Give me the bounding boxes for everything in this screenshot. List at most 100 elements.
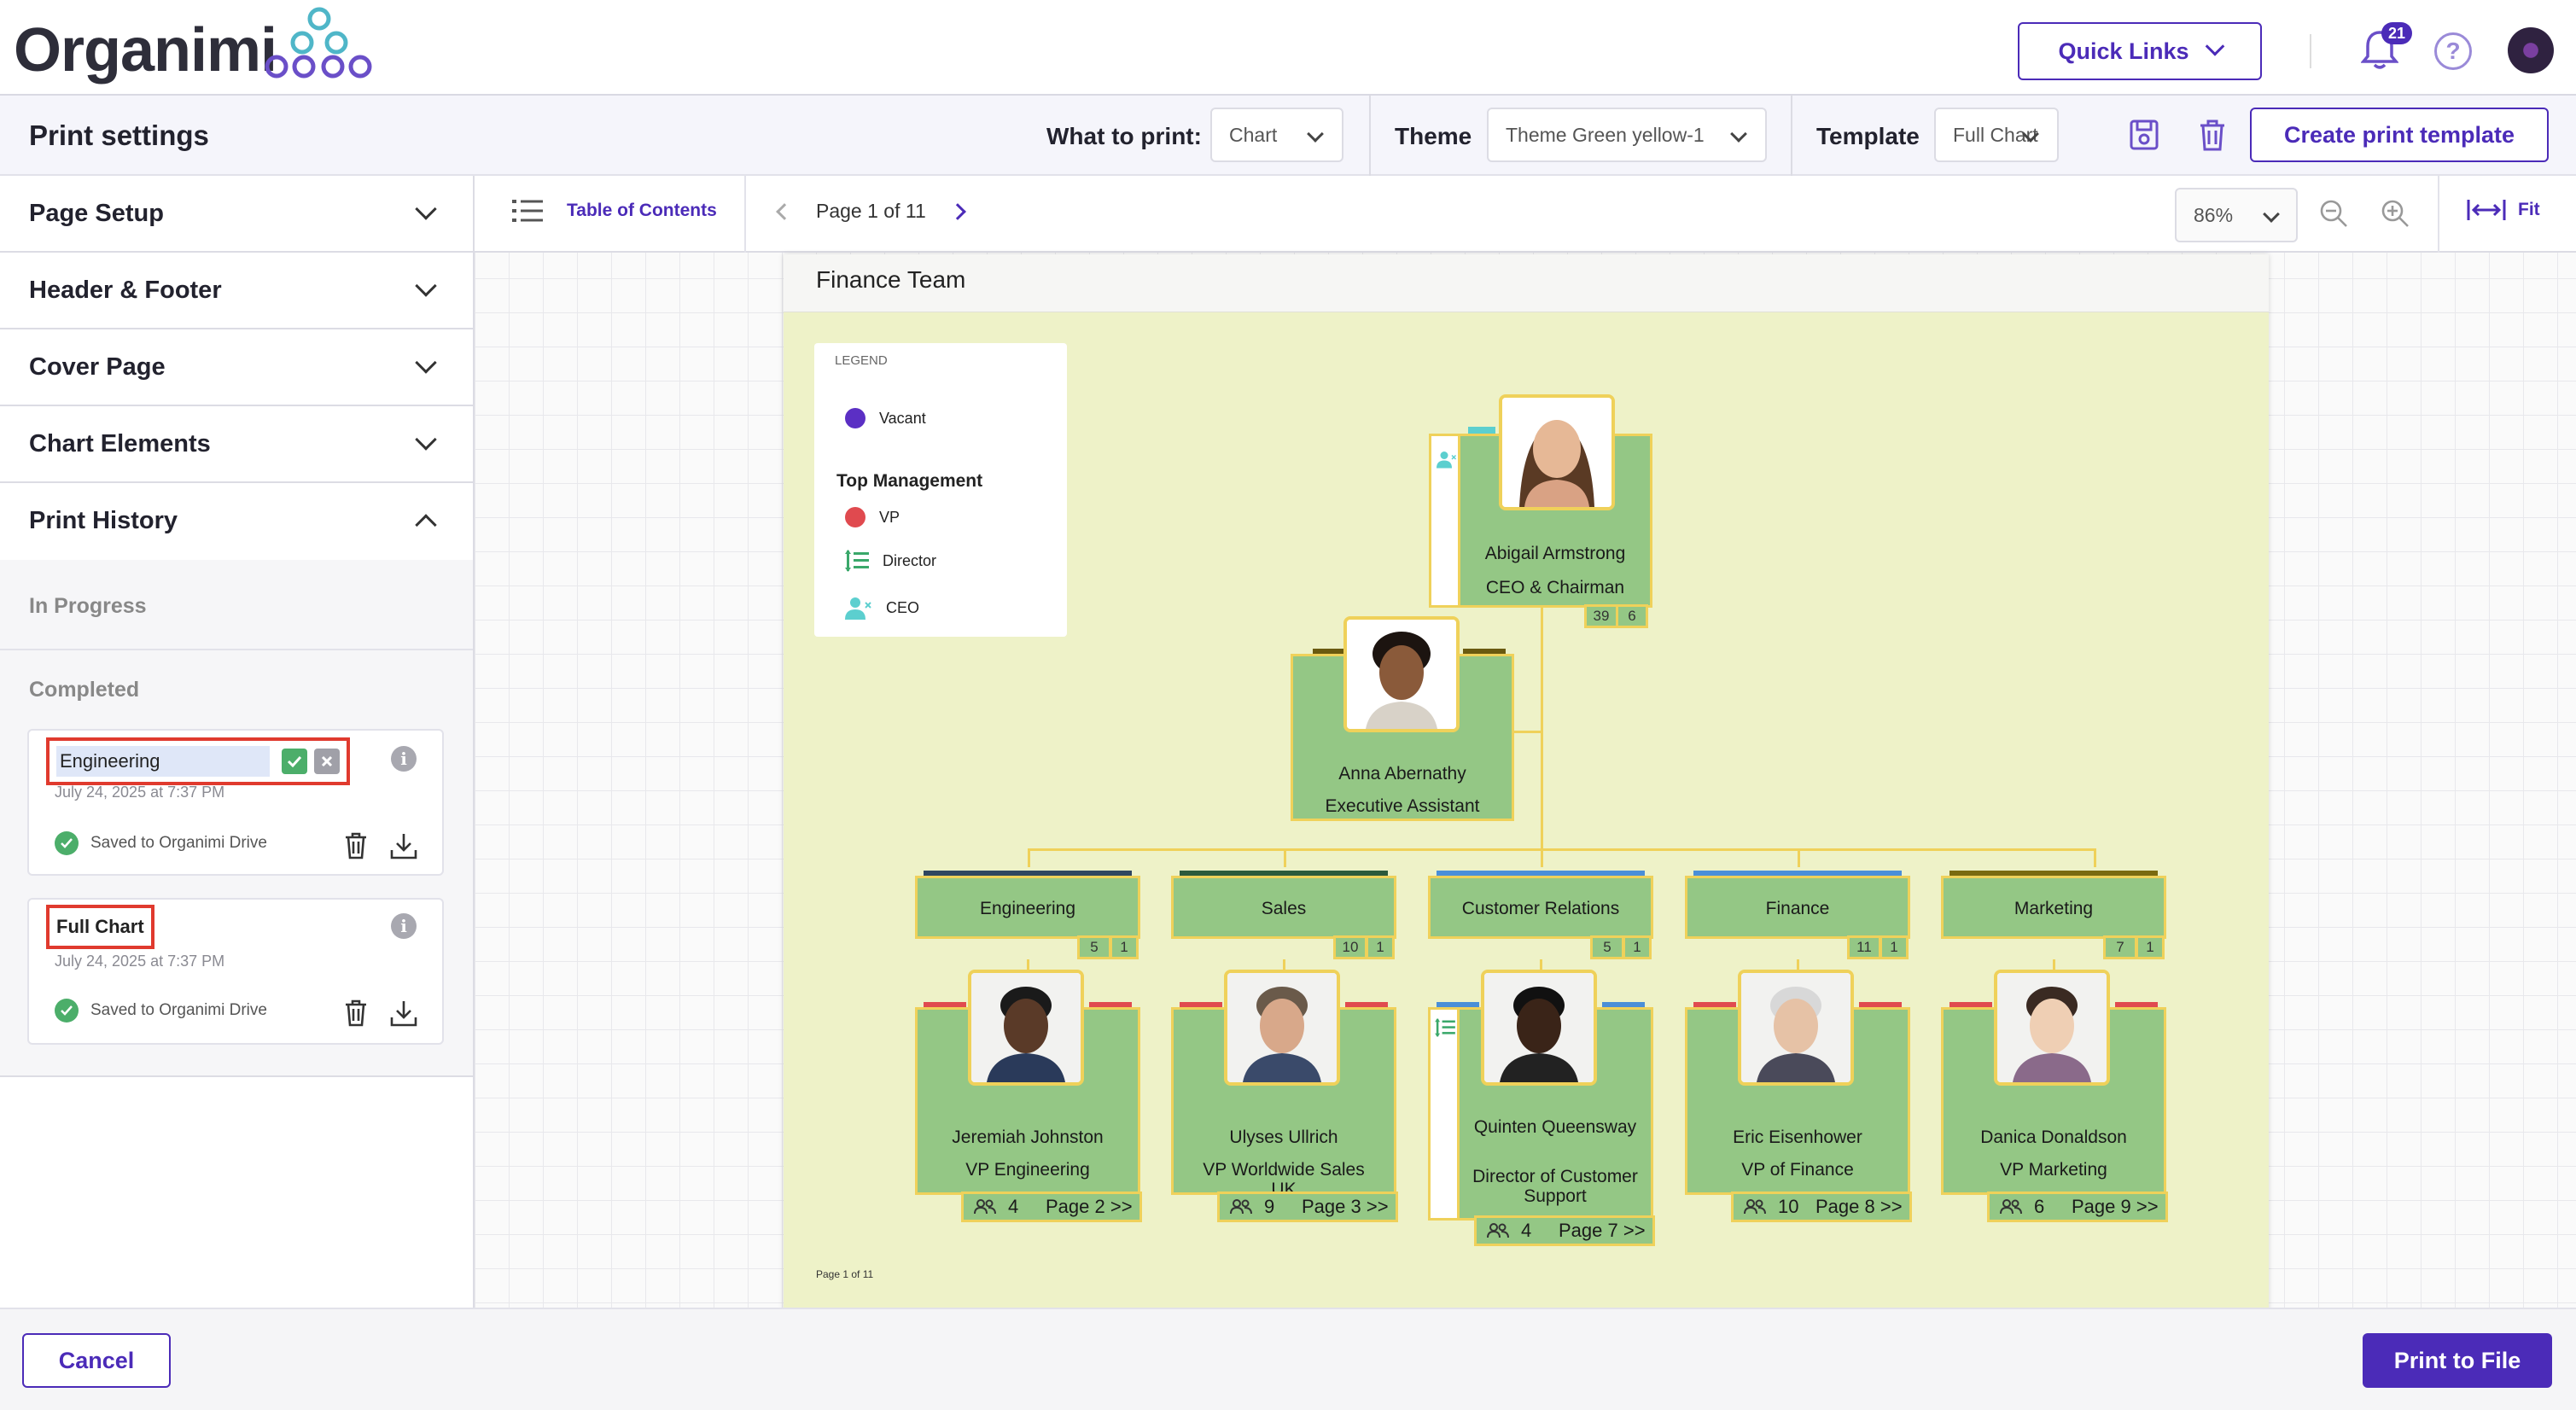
accordion-chart-elements[interactable]: Chart Elements bbox=[0, 406, 473, 483]
logo-text: Organimi bbox=[14, 16, 277, 84]
app-root: Organimi Quick Links 21 ? Print settings… bbox=[0, 0, 2576, 1410]
user-avatar[interactable] bbox=[2508, 27, 2554, 73]
history-name-input[interactable]: Engineering bbox=[56, 746, 270, 777]
download-icon[interactable] bbox=[389, 999, 418, 1028]
close-icon bbox=[321, 755, 333, 767]
accordion-page-setup[interactable]: Page Setup bbox=[0, 176, 473, 253]
divider bbox=[1791, 96, 1792, 176]
count-badge: 11 bbox=[1847, 935, 1881, 959]
org-node-department[interactable]: Engineering bbox=[915, 876, 1140, 939]
employee-name: Danica Donaldson bbox=[1980, 1127, 2127, 1147]
download-icon[interactable] bbox=[389, 831, 418, 860]
history-name[interactable]: Full Chart bbox=[56, 916, 144, 938]
org-node-department[interactable]: Finance bbox=[1685, 876, 1910, 939]
create-print-template-button[interactable]: Create print template bbox=[2250, 108, 2549, 162]
check-circle-icon bbox=[55, 831, 79, 855]
employee-name: Eric Eisenhower bbox=[1733, 1127, 1862, 1147]
fit-label: Fit bbox=[2518, 200, 2540, 219]
employee-photo bbox=[1343, 616, 1460, 732]
connector-line bbox=[1798, 848, 1800, 867]
connector-line bbox=[1541, 604, 1543, 850]
in-progress-label: In Progress bbox=[29, 594, 147, 618]
help-icon[interactable]: ? bbox=[2434, 32, 2472, 70]
template-label: Template bbox=[1816, 123, 1920, 149]
chevron-down-icon bbox=[415, 275, 437, 297]
report-count: 6 bbox=[2034, 1196, 2045, 1217]
org-node-department[interactable]: Customer Relations bbox=[1428, 876, 1653, 939]
print-preview: Table of Contents Page 1 of 11 86% Fit F… bbox=[475, 176, 2576, 1308]
prev-page-icon[interactable] bbox=[776, 202, 793, 220]
employee-photo bbox=[1224, 970, 1340, 1086]
confirm-rename-button[interactable] bbox=[282, 749, 307, 774]
divider bbox=[744, 176, 746, 253]
next-page-icon[interactable] bbox=[948, 202, 966, 220]
chevron-down-icon bbox=[415, 352, 437, 374]
direct-reports-link[interactable]: 4 Page 7 >> bbox=[1474, 1215, 1655, 1246]
employee-role: CEO & Chairman bbox=[1485, 578, 1625, 597]
employee-photo bbox=[968, 970, 1084, 1086]
count-badge: 5 bbox=[1590, 935, 1624, 959]
employee-name: Jeremiah Johnston bbox=[952, 1127, 1104, 1147]
completed-label: Completed bbox=[29, 678, 140, 702]
people-icon bbox=[974, 1199, 996, 1215]
history-item: Engineering i July 24, 2025 at 7:37 PM S… bbox=[27, 729, 444, 876]
chevron-up-icon bbox=[415, 514, 437, 536]
org-node-department[interactable]: Marketing bbox=[1941, 876, 2166, 939]
report-count: 4 bbox=[1008, 1196, 1019, 1217]
direct-reports-link[interactable]: 9 Page 3 >> bbox=[1217, 1192, 1398, 1222]
employee-name: Anna Abernathy bbox=[1338, 764, 1466, 784]
people-icon bbox=[1230, 1199, 1252, 1215]
notification-badge: 21 bbox=[2381, 22, 2412, 44]
page-indicator: Page 1 of 11 bbox=[816, 200, 926, 222]
chevron-down-icon bbox=[2205, 37, 2224, 56]
department-name: Customer Relations bbox=[1461, 899, 1620, 918]
what-to-print-value: Chart bbox=[1229, 123, 1278, 146]
accordion-print-history[interactable]: Print History bbox=[0, 483, 473, 560]
quick-links-label: Quick Links bbox=[2058, 38, 2189, 64]
page-footer: Page 1 of 11 bbox=[816, 1268, 874, 1280]
count-badge: 1 bbox=[1880, 935, 1909, 959]
history-status: Saved to Organimi Drive bbox=[55, 999, 267, 1023]
accordion-cover-page[interactable]: Cover Page bbox=[0, 329, 473, 406]
history-item: Full Chart i July 24, 2025 at 7:37 PM Sa… bbox=[27, 898, 444, 1045]
zoom-out-icon[interactable] bbox=[2318, 198, 2349, 229]
print-to-file-button[interactable]: Print to File bbox=[2363, 1333, 2552, 1388]
table-of-contents-button[interactable]: Table of Contents bbox=[512, 198, 717, 224]
zoom-select[interactable]: 86% bbox=[2175, 188, 2298, 242]
delete-template-icon[interactable] bbox=[2197, 118, 2228, 152]
employee-role: VP Engineering bbox=[965, 1160, 1090, 1180]
settings-sidebar: Page Setup Header & Footer Cover Page Ch… bbox=[0, 176, 475, 1308]
accordion-header-footer[interactable]: Header & Footer bbox=[0, 253, 473, 329]
divider bbox=[1369, 96, 1371, 176]
org-chart: Abigail Armstrong CEO & Chairman 39 6 An… bbox=[784, 254, 2269, 1308]
direct-reports-link[interactable]: 6 Page 9 >> bbox=[1987, 1192, 2168, 1222]
employee-role: VP Marketing bbox=[2000, 1160, 2107, 1180]
what-to-print-select[interactable]: Chart bbox=[1210, 108, 1343, 162]
direct-reports-link[interactable]: 4 Page 2 >> bbox=[961, 1192, 1142, 1222]
theme-select[interactable]: Theme Green yellow-1 bbox=[1487, 108, 1767, 162]
count-badge: 1 bbox=[1366, 935, 1395, 959]
accordion-label: Header & Footer bbox=[29, 277, 222, 304]
trash-icon[interactable] bbox=[343, 999, 369, 1028]
department-name: Engineering bbox=[979, 899, 1076, 918]
quick-links-button[interactable]: Quick Links bbox=[2018, 22, 2262, 80]
trash-icon[interactable] bbox=[343, 831, 369, 860]
chevron-down-icon bbox=[415, 198, 437, 220]
employee-name: Quinten Queensway bbox=[1473, 1117, 1637, 1137]
count-badge: 7 bbox=[2103, 935, 2137, 959]
print-page: Finance Team LEGEND Vacant Top Managemen… bbox=[784, 254, 2269, 1308]
cancel-button[interactable]: Cancel bbox=[22, 1333, 171, 1388]
cancel-rename-button[interactable] bbox=[314, 749, 340, 774]
org-node-department[interactable]: Sales bbox=[1171, 876, 1396, 939]
direct-reports-link[interactable]: 10 Page 8 >> bbox=[1731, 1192, 1912, 1222]
info-icon[interactable]: i bbox=[391, 913, 417, 939]
print-history-panel: In Progress Completed Engineering i July… bbox=[0, 560, 473, 1077]
info-icon[interactable]: i bbox=[391, 746, 417, 772]
save-template-icon[interactable] bbox=[2129, 118, 2159, 152]
template-select[interactable]: Full Chart bbox=[1934, 108, 2059, 162]
employee-role: Executive Assistant bbox=[1325, 796, 1480, 816]
zoom-in-icon[interactable] bbox=[2380, 198, 2410, 229]
fit-button[interactable]: Fit bbox=[2467, 198, 2540, 222]
report-count: 9 bbox=[1264, 1196, 1275, 1217]
footer-bar: Cancel Print to File bbox=[0, 1308, 2576, 1410]
